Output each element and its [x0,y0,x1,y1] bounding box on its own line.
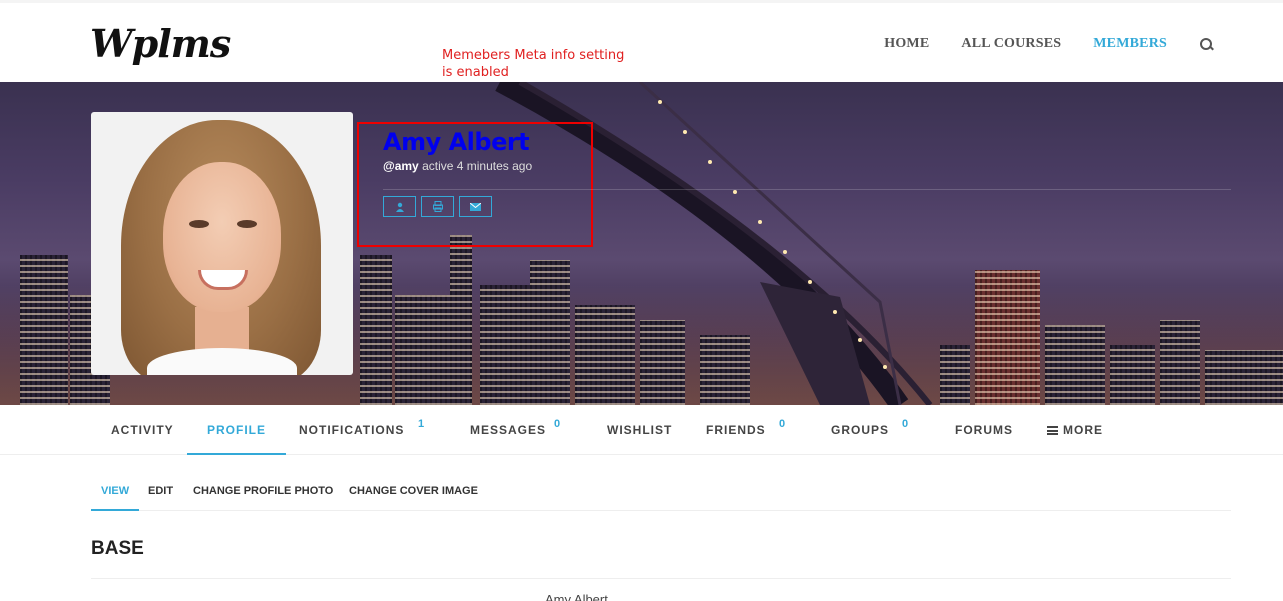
building [575,305,635,405]
building [530,260,570,405]
tab-activity[interactable]: ACTIVITY [91,405,194,455]
tab-groups[interactable]: GROUPS 0 [811,405,909,455]
send-message-button[interactable] [459,196,492,217]
building [395,295,450,405]
tab-notifications[interactable]: NOTIFICATIONS 1 [279,405,424,455]
profile-tabs: ACTIVITY PROFILE NOTIFICATIONS 1 MESSAGES… [0,405,1283,455]
nav-members[interactable]: MEMBERS [1093,36,1167,52]
nav-home[interactable]: HOME [884,36,929,52]
member-name: Amy Albert [383,128,530,156]
profile-subnav: VIEW EDIT CHANGE PROFILE PHOTO CHANGE CO… [91,472,1231,511]
tab-label: GROUPS [831,423,890,437]
subtab-view[interactable]: VIEW [91,472,140,511]
tab-label: NOTIFICATIONS [299,423,405,437]
subtab-edit[interactable]: EDIT [148,472,173,511]
groups-count: 0 [902,418,909,430]
tab-friends[interactable]: FRIENDS 0 [686,405,786,455]
subtab-change-cover-image[interactable]: CHANGE COVER IMAGE [349,472,478,511]
friends-count: 0 [779,418,786,430]
cover-divider [383,189,1231,190]
building [480,285,530,405]
print-icon [432,201,443,212]
add-friend-button[interactable] [383,196,416,217]
building [1045,325,1105,405]
tab-wishlist[interactable]: WISHLIST [587,405,692,455]
member-meta: @amy active 4 minutes ago [383,159,532,173]
profile-avatar[interactable] [91,112,353,375]
site-logo[interactable]: Wplms [90,21,231,66]
annotation-line-1: Memebers Meta info setting [442,48,625,63]
user-icon [395,202,404,212]
annotation-note: Memebers Meta info setting is enabled [442,47,642,81]
member-activity: active 4 minutes ago [422,159,533,173]
tab-messages[interactable]: MESSAGES 0 [450,405,566,455]
tab-label: MESSAGES [470,423,547,437]
nav-all-courses[interactable]: ALL COURSES [961,36,1061,52]
messages-count: 0 [554,418,561,430]
building [450,235,472,405]
building [360,255,392,405]
field-group-divider [91,578,1231,579]
field-group-title: BASE [91,538,144,559]
tab-profile[interactable]: PROFILE [187,405,287,455]
main-nav: HOME ALL COURSES MEMBERS [852,36,1213,52]
avatar-eye-left [189,220,209,228]
field-value-name: Amy Albert [545,592,608,601]
building [20,255,68,405]
building [640,320,685,405]
building [940,345,970,405]
tab-label: MORE [1063,423,1103,437]
tab-label: WISHLIST [607,423,673,437]
tab-label: ACTIVITY [111,423,174,437]
building [700,335,750,405]
member-username[interactable]: @amy [383,159,419,173]
print-button[interactable] [421,196,454,217]
menu-icon [1047,426,1058,435]
member-actions [383,196,497,217]
notifications-count: 1 [418,418,425,430]
building [975,270,1040,405]
tab-more[interactable]: MORE [1027,405,1123,455]
subtab-change-profile-photo[interactable]: CHANGE PROFILE PHOTO [193,472,333,511]
building [1160,320,1200,405]
search-icon[interactable] [1199,37,1213,51]
avatar-eye-right [237,220,257,228]
building [1110,345,1155,405]
message-icon [470,202,481,211]
building [1205,350,1283,405]
tab-label: PROFILE [207,423,267,437]
annotation-line-2: is enabled [442,65,509,80]
tab-label: FORUMS [955,423,1013,437]
tab-forums[interactable]: FORUMS [935,405,1033,455]
tab-label: FRIENDS [706,423,766,437]
